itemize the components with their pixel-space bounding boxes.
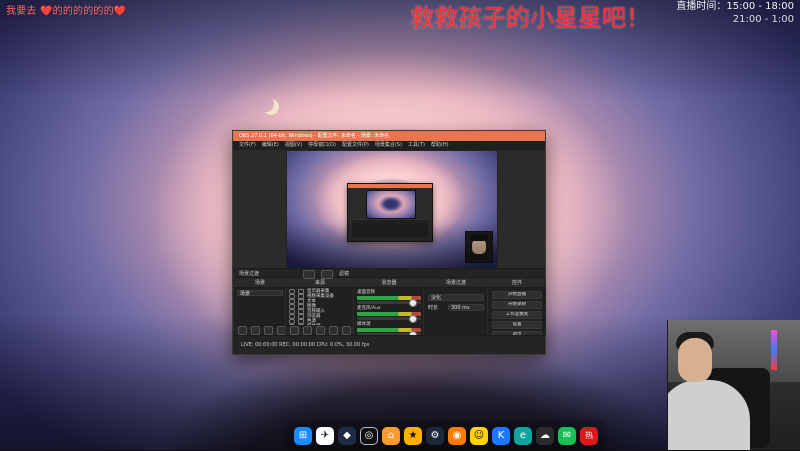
source-up-button[interactable] bbox=[329, 326, 338, 335]
transition-duration-field[interactable]: 300 ms bbox=[448, 304, 484, 311]
stream-overlay-title: 救救孩子的小星星吧！ bbox=[410, 4, 650, 32]
taskbar: ⊞ ✈ ◆ ◎ ⌂ ★ ⚙ ◉ ☺ K e ☁ ✉ 热 bbox=[288, 421, 604, 451]
dock-sources: 来源 显示器采集 视频采集设备 文本 图像 音频输入 浏览器 色源 媒体源 窗口… bbox=[285, 279, 354, 335]
menu-edit[interactable]: 编辑(E) bbox=[262, 141, 279, 150]
obs-window[interactable]: OBS 27.0.1 (64-bit, Windows) - 配置文件: 未命名… bbox=[232, 130, 546, 355]
dock-sources-title: 来源 bbox=[286, 279, 354, 288]
dock-transitions: 场景过渡 淡化 时长 300 ms bbox=[423, 279, 488, 335]
wechat-icon[interactable]: ✉ bbox=[558, 427, 576, 445]
obs-menubar: 文件(F) 编辑(E) 视图(V) 停靠窗口(D) 配置文件(P) 场景集合(S… bbox=[233, 141, 545, 150]
stream-overlay-left: 我要去 ❤️的的的的的的❤️ bbox=[6, 6, 127, 17]
steam-icon[interactable]: ⚙ bbox=[426, 427, 444, 445]
moon-icon bbox=[258, 96, 274, 112]
nested-docks bbox=[352, 219, 428, 237]
taskbar-app-icon[interactable]: ☁ bbox=[536, 427, 554, 445]
obs-icon[interactable]: ◎ bbox=[360, 427, 378, 445]
obs-preview-toolbar: 场景过渡 滤镜 bbox=[233, 268, 545, 279]
transitions-body: 淡化 时长 300 ms bbox=[424, 288, 488, 311]
taskbar-app-icon[interactable]: ★ bbox=[404, 427, 422, 445]
preview-filter-button[interactable] bbox=[321, 269, 333, 279]
settings-button[interactable]: 设置 bbox=[492, 321, 542, 329]
scene-up-button[interactable] bbox=[264, 326, 273, 335]
edge-icon[interactable]: e bbox=[514, 427, 532, 445]
transition-type-select[interactable]: 淡化 bbox=[428, 294, 484, 301]
taskbar-app-icon[interactable]: ◆ bbox=[338, 427, 356, 445]
obs-title: OBS 27.0.1 (64-bit, Windows) - 配置文件: 未命名… bbox=[239, 133, 390, 139]
menu-file[interactable]: 文件(F) bbox=[239, 141, 256, 150]
streamer-body bbox=[668, 380, 750, 450]
taskbar-app-icon[interactable]: ◉ bbox=[448, 427, 466, 445]
menu-profile[interactable]: 配置文件(P) bbox=[342, 141, 369, 150]
volume-slider[interactable] bbox=[357, 299, 421, 307]
start-recording-button[interactable]: 开始录制 bbox=[492, 301, 542, 309]
nested-titlebar bbox=[348, 184, 432, 188]
obs-docks: 场景 场景 来源 显示器采集 视频采集设备 文本 图像 音频输入 浏览器 色源 … bbox=[233, 279, 546, 335]
add-source-button[interactable] bbox=[290, 326, 299, 335]
source-settings-button[interactable] bbox=[316, 326, 325, 335]
dock-scenes: 场景 场景 bbox=[233, 279, 286, 335]
menu-help[interactable]: 帮助(H) bbox=[431, 141, 449, 150]
start-streaming-button[interactable]: 开始直播 bbox=[492, 291, 542, 299]
streamer-face bbox=[678, 338, 712, 382]
mixer-track-name: 桌面音频 bbox=[357, 290, 375, 295]
nested-preview bbox=[366, 190, 416, 219]
taskbar-app-icon[interactable]: ✈ bbox=[316, 427, 334, 445]
stream-schedule-line1: 直播时间：15:00 - 18:00 bbox=[676, 1, 794, 12]
preview-webcam bbox=[465, 231, 493, 263]
mixer-track: 桌面音频 bbox=[354, 288, 424, 307]
controls-body: 开始直播 开始录制 工作室模式 设置 退出 bbox=[488, 288, 546, 335]
menu-docks[interactable]: 停靠窗口(D) bbox=[308, 141, 336, 150]
remove-source-button[interactable] bbox=[303, 326, 312, 335]
rgb-light bbox=[771, 330, 777, 370]
stream-schedule-line2: 21:00 - 1:00 bbox=[732, 14, 794, 25]
dock-scenes-footer bbox=[234, 325, 286, 335]
webcam-overlay bbox=[667, 320, 800, 450]
dock-controls: 控件 开始直播 开始录制 工作室模式 设置 退出 bbox=[487, 279, 546, 335]
preview-toolbar-controls: 滤镜 bbox=[303, 269, 349, 279]
volume-slider[interactable] bbox=[357, 315, 421, 323]
remove-scene-button[interactable] bbox=[251, 326, 260, 335]
preview-filter-label: 滤镜 bbox=[339, 271, 350, 277]
preview-toolbar-label: 场景过渡 bbox=[239, 271, 260, 277]
scene-item[interactable]: 场景 bbox=[237, 290, 283, 297]
taskbar-app-icon[interactable]: ☺ bbox=[470, 427, 488, 445]
windows-start-icon[interactable]: ⊞ bbox=[294, 427, 312, 445]
taskbar-app-icon[interactable]: 热 bbox=[580, 427, 598, 445]
obs-statusbar: LIVE: 00:00:00 REC: 00:00:00 CPU: 0.0%, … bbox=[233, 335, 545, 354]
dock-transitions-title: 场景过渡 bbox=[424, 279, 488, 288]
menu-scene-collection[interactable]: 场景集合(S) bbox=[375, 141, 402, 150]
add-scene-button[interactable] bbox=[238, 326, 247, 335]
source-down-button[interactable] bbox=[342, 326, 351, 335]
kugou-icon[interactable]: K bbox=[492, 427, 510, 445]
obs-preview[interactable] bbox=[286, 150, 498, 270]
obs-titlebar[interactable]: OBS 27.0.1 (64-bit, Windows) - 配置文件: 未命名… bbox=[233, 131, 545, 141]
studio-mode-button[interactable]: 工作室模式 bbox=[492, 311, 542, 319]
dock-mixer: 混音器 桌面音频 麦克风/Aux 媒体源 bbox=[353, 279, 424, 335]
transition-duration-label: 时长 bbox=[428, 305, 439, 311]
dock-sources-footer bbox=[286, 325, 354, 335]
dock-controls-title: 控件 bbox=[488, 279, 546, 288]
dock-mixer-title: 混音器 bbox=[354, 279, 424, 288]
stream-schedule: 直播时间：15:00 - 18:00 21:00 - 1:00 bbox=[676, 0, 794, 26]
nested-obs-window bbox=[347, 183, 433, 242]
menu-view[interactable]: 视图(V) bbox=[285, 141, 302, 150]
transition-type-row: 淡化 bbox=[428, 294, 484, 301]
taskbar-app-icon[interactable]: ⌂ bbox=[382, 427, 400, 445]
menu-tools[interactable]: 工具(T) bbox=[408, 141, 425, 150]
transition-duration-row: 时长 300 ms bbox=[428, 304, 484, 311]
dock-scenes-title: 场景 bbox=[234, 279, 286, 288]
preview-settings-button[interactable] bbox=[303, 269, 315, 279]
